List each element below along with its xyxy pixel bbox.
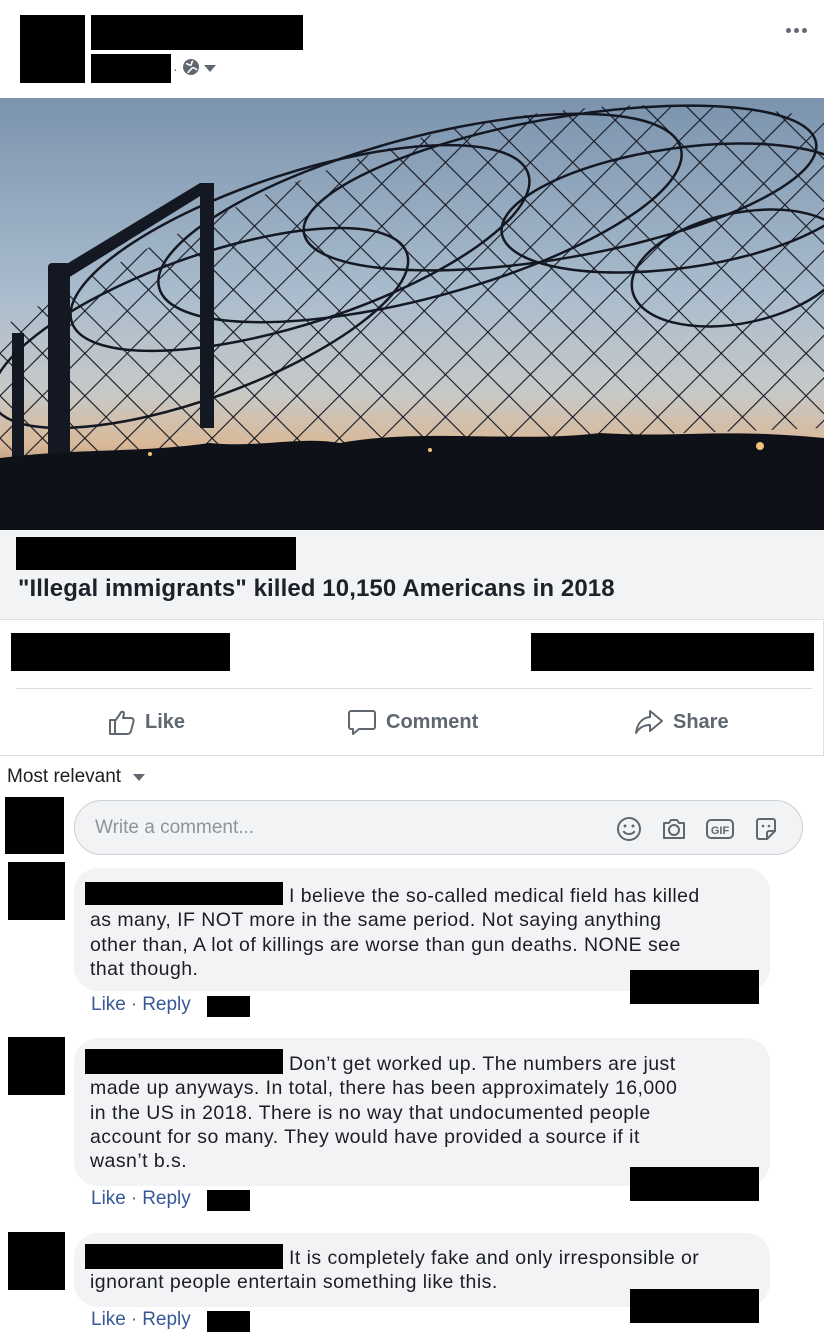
- comment-actions: Like · Reply: [91, 1188, 191, 1210]
- commenter-avatar-redacted[interactable]: [8, 1232, 65, 1290]
- comment-reactions-redacted[interactable]: [630, 1167, 759, 1201]
- comment-like-link[interactable]: Like: [91, 1188, 126, 1210]
- comment-button[interactable]: Comment: [346, 703, 478, 741]
- post-timestamp-redacted[interactable]: [91, 54, 171, 83]
- like-label: Like: [145, 710, 186, 733]
- comment-line: other than, A lot of killings are worse …: [90, 933, 681, 956]
- comment-reply-link[interactable]: Reply: [142, 1188, 191, 1210]
- separator-dot: ·: [130, 994, 138, 1015]
- globe-icon: [182, 58, 200, 79]
- sort-label: Most relevant: [7, 766, 122, 787]
- comment-timestamp-redacted[interactable]: [207, 1190, 250, 1211]
- comment-like-link[interactable]: Like: [91, 1309, 126, 1331]
- like-button[interactable]: Like: [107, 703, 185, 741]
- separator-dot: ·: [130, 1309, 138, 1330]
- separator-dot: ·: [130, 1188, 138, 1209]
- chevron-down-icon: [203, 65, 216, 72]
- gif-icon[interactable]: GIF: [705, 815, 734, 843]
- camera-icon[interactable]: [660, 815, 688, 843]
- comment-reactions-redacted[interactable]: [630, 970, 759, 1004]
- comment-reply-link[interactable]: Reply: [142, 994, 191, 1016]
- comment-line: Don’t get worked up. The numbers are jus…: [289, 1053, 676, 1075]
- link-preview-image[interactable]: [0, 98, 824, 530]
- privacy-selector[interactable]: ·: [173, 58, 216, 79]
- chevron-down-icon: [133, 773, 146, 781]
- gif-text: GIF: [711, 825, 730, 837]
- reactions-count-redacted[interactable]: [11, 633, 230, 671]
- comment-label: Comment: [386, 710, 479, 733]
- more-dots-icon[interactable]: [782, 22, 810, 38]
- comment-line: as many, IF NOT more in the same period.…: [90, 909, 662, 932]
- separator-dot: ·: [173, 60, 178, 77]
- comment-composer[interactable]: GIF: [74, 800, 803, 855]
- comment-timestamp-redacted[interactable]: [207, 1311, 250, 1332]
- comment-timestamp-redacted[interactable]: [207, 996, 250, 1017]
- share-arrow-icon: [633, 706, 665, 738]
- comment-actions: Like · Reply: [91, 994, 191, 1016]
- comment-text: It is completely fake and only irrespons…: [90, 1246, 760, 1295]
- emoji-icon[interactable]: [615, 815, 643, 843]
- divider: [16, 688, 812, 689]
- link-title[interactable]: "Illegal immigrants" killed 10,150 Ameri…: [18, 575, 615, 603]
- comment-like-link[interactable]: Like: [91, 994, 126, 1016]
- comment-reactions-redacted[interactable]: [630, 1289, 759, 1323]
- comment-text: Don’t get worked up. The numbers are jus…: [90, 1052, 760, 1173]
- commenter-avatar-redacted[interactable]: [8, 862, 65, 920]
- comment-line: I believe the so-called medical field ha…: [289, 885, 700, 907]
- share-button[interactable]: Share: [633, 703, 729, 741]
- comment-reply-link[interactable]: Reply: [142, 1309, 191, 1331]
- commenter-avatar-redacted[interactable]: [8, 1037, 65, 1095]
- share-label: Share: [673, 710, 729, 733]
- viewer-avatar-redacted: [5, 797, 64, 854]
- thumbs-up-icon: [107, 707, 137, 737]
- comments-shares-count-redacted[interactable]: [531, 633, 814, 671]
- author-avatar-redacted[interactable]: [20, 15, 85, 83]
- comment-line: made up anyways. In total, there has bee…: [90, 1077, 678, 1100]
- comment-text: I believe the so-called medical field ha…: [90, 884, 760, 981]
- comment-line: It is completely fake and only irrespons…: [289, 1247, 700, 1269]
- author-name-redacted[interactable]: [91, 15, 303, 50]
- comment-sort-dropdown[interactable]: Most relevant: [7, 766, 146, 788]
- sticker-icon[interactable]: [752, 815, 780, 843]
- comment-line: account for so many. They would have pro…: [90, 1125, 640, 1148]
- comment-line: in the US in 2018. There is no way that …: [90, 1101, 651, 1124]
- comment-bubble-icon: [346, 706, 378, 738]
- link-domain-redacted: [16, 537, 296, 570]
- comment-actions: Like · Reply: [91, 1309, 191, 1331]
- comment-input[interactable]: [95, 813, 595, 843]
